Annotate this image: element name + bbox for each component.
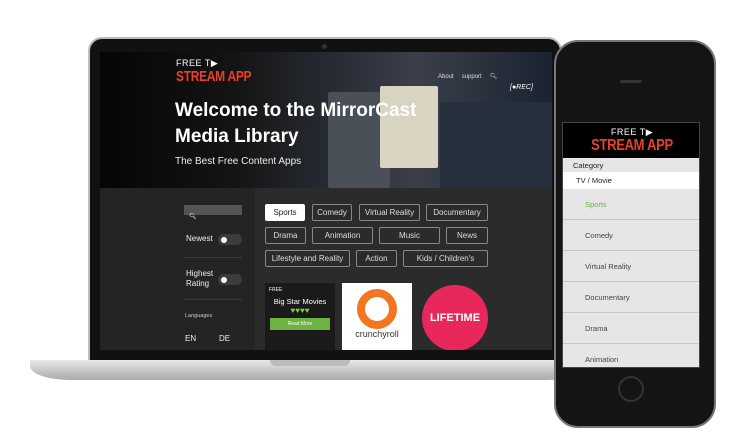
- chip-animation[interactable]: Animation: [312, 227, 373, 244]
- phone-speaker: [620, 80, 642, 83]
- phone-item-sports[interactable]: Sports: [563, 189, 699, 220]
- lang-en[interactable]: EN: [185, 334, 196, 344]
- chip-comedy[interactable]: Comedy: [312, 204, 352, 221]
- highest-rating-label: Highest Rating: [186, 269, 214, 288]
- divider: [184, 257, 242, 258]
- chip-kids[interactable]: Kids / Children's: [403, 250, 488, 267]
- category-label: Category: [573, 161, 604, 170]
- filter-sidebar: 🔍︎ Newest Highest Rating Languages EN DE: [100, 188, 255, 350]
- chip-sports[interactable]: Sports: [265, 204, 305, 221]
- content-area: Sports Comedy Virtual Reality Documentar…: [255, 188, 552, 350]
- top-nav: About support 🔍︎: [430, 65, 497, 83]
- phone-item-comedy[interactable]: Comedy: [563, 220, 699, 251]
- newest-toggle[interactable]: [218, 234, 242, 245]
- rec-badge: [●REC]: [510, 84, 533, 91]
- card-tag: FREE: [269, 287, 283, 293]
- read-more-button[interactable]: Read More: [270, 318, 330, 330]
- camera: [322, 44, 327, 49]
- chip-music[interactable]: Music: [379, 227, 440, 244]
- search-icon: 🔍︎: [189, 214, 197, 220]
- section-tv-movie[interactable]: TV / Movie: [563, 172, 699, 189]
- hero-banner: FREE T▶ STREAM APP About support 🔍︎ [●REC]…: [100, 52, 552, 188]
- phone-item-drama[interactable]: Drama: [563, 313, 699, 344]
- chip-news[interactable]: News: [446, 227, 488, 244]
- nav-support[interactable]: support: [462, 74, 482, 80]
- divider: [184, 299, 242, 300]
- highest-rating-toggle[interactable]: [218, 274, 242, 285]
- page-title: Welcome to the MirrorCast Media Library: [175, 100, 417, 147]
- logo-line2: STREAM APP: [591, 135, 673, 154]
- card-lifetime[interactable]: LIFETIME: [422, 285, 488, 350]
- chip-action[interactable]: Action: [356, 250, 397, 267]
- chip-lifestyle[interactable]: Lifestyle and Reality: [265, 250, 350, 267]
- card-title: crunchyroll: [355, 329, 399, 339]
- languages-label: Languages: [185, 313, 213, 319]
- app-logo[interactable]: FREE T▶ STREAM APP: [176, 59, 252, 85]
- newest-label: Newest: [186, 234, 213, 243]
- heart-icons: ♥♥♥♥: [290, 306, 310, 315]
- card-title: Big Star Movies: [273, 297, 327, 306]
- laptop-notch: [270, 360, 350, 366]
- search-icon[interactable]: 🔍︎: [490, 74, 498, 80]
- phone-screen: FREE T▶ STREAM APP Category TV / Movie S…: [562, 122, 700, 368]
- phone-item-animation[interactable]: Animation: [563, 344, 699, 367]
- home-button[interactable]: [618, 376, 644, 402]
- nav-about[interactable]: About: [438, 74, 454, 80]
- phone-item-virtual-reality[interactable]: Virtual Reality: [563, 251, 699, 282]
- search-input[interactable]: 🔍︎: [184, 205, 242, 220]
- card-crunchyroll[interactable]: crunchyroll: [342, 283, 412, 350]
- lang-de[interactable]: DE: [219, 334, 230, 344]
- laptop-screen: FREE T▶ STREAM APP About support 🔍︎ [●REC]…: [100, 52, 552, 350]
- chip-virtual-reality[interactable]: Virtual Reality: [359, 204, 420, 221]
- phone-app-logo[interactable]: FREE T▶ STREAM APP: [563, 123, 699, 158]
- chip-documentary[interactable]: Documentary: [426, 204, 488, 221]
- card-big-star-movies[interactable]: FREE Big Star Movies ♥♥♥♥ Read More: [265, 283, 335, 350]
- page-subtitle: The Best Free Content Apps: [175, 156, 302, 167]
- crunchyroll-logo-icon: [357, 289, 397, 329]
- phone-item-documentary[interactable]: Documentary: [563, 282, 699, 313]
- logo-line2: STREAM APP: [176, 67, 252, 85]
- chip-drama[interactable]: Drama: [265, 227, 306, 244]
